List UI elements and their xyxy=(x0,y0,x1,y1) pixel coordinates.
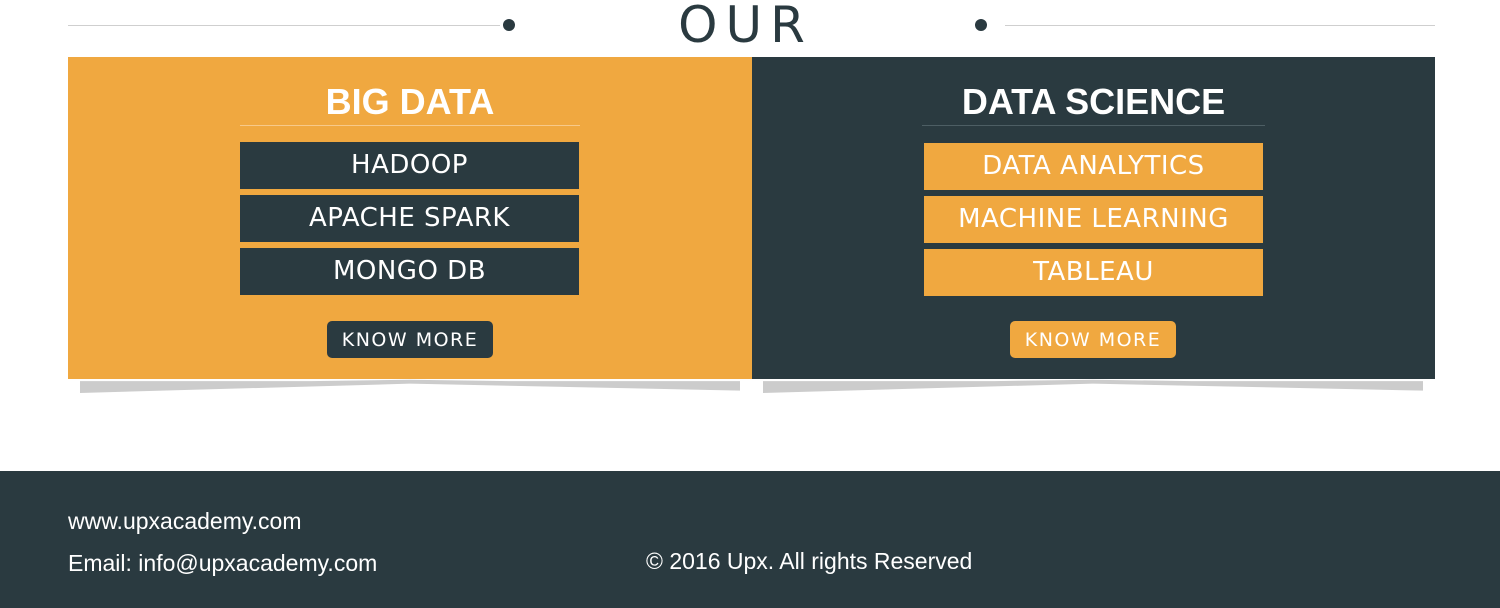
heading-bullet-left xyxy=(503,19,515,31)
panel-title: DATA SCIENCE xyxy=(961,81,1226,122)
panel-title: BIG DATA xyxy=(325,81,495,122)
footer: www.upxacademy.com Email: info@upxacadem… xyxy=(0,471,1500,608)
course-item-hadoop[interactable]: HADOOP xyxy=(240,142,579,189)
heading-divider-left xyxy=(68,25,500,26)
course-panel-data-science: DATA SCIENCE DATA ANALYTICS MACHINE LEAR… xyxy=(752,57,1435,379)
course-item-tableau[interactable]: TABLEAU xyxy=(924,249,1263,296)
footer-website-link[interactable]: www.upxacademy.com xyxy=(68,507,302,535)
course-item-machine-learning[interactable]: MACHINE LEARNING xyxy=(924,196,1263,243)
heading-bullet-right xyxy=(975,19,987,31)
section-heading: OUR COURSES xyxy=(68,0,1435,116)
footer-copyright: © 2016 Upx. All rights Reserved xyxy=(646,548,973,574)
know-more-button-big-data[interactable]: KNOW MORE xyxy=(327,321,493,358)
course-item-mongo-db[interactable]: MONGO DB xyxy=(240,248,579,295)
panel-title-divider xyxy=(240,125,580,126)
courses-page: OUR COURSES BIG DATA HADOOP APACHE SPARK… xyxy=(0,0,1500,608)
panel-title-divider xyxy=(922,125,1265,126)
course-item-data-analytics[interactable]: DATA ANALYTICS xyxy=(924,143,1263,190)
know-more-button-data-science[interactable]: KNOW MORE xyxy=(1010,321,1176,358)
course-panel-big-data: BIG DATA HADOOP APACHE SPARK MONGO DB KN… xyxy=(68,57,752,379)
footer-email[interactable]: Email: info@upxacademy.com xyxy=(68,549,377,577)
heading-divider-right xyxy=(1005,25,1435,26)
course-item-apache-spark[interactable]: APACHE SPARK xyxy=(240,195,579,242)
